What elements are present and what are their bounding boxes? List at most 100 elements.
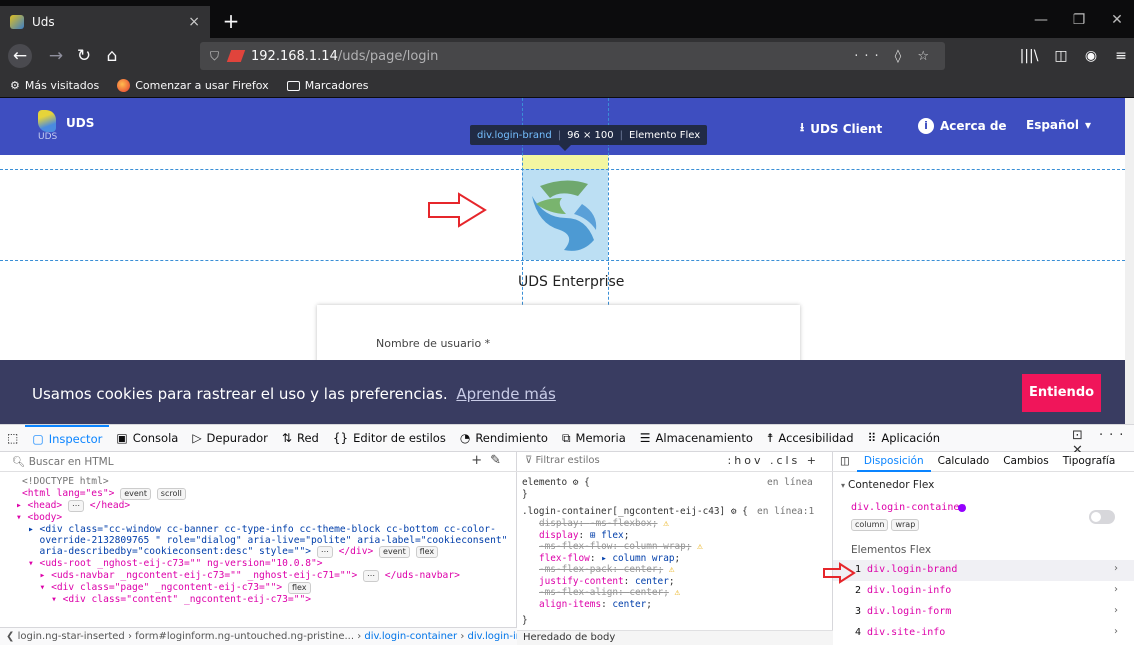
tab-accessibility[interactable]: ☨ Accesibilidad [760, 425, 861, 452]
flex-container-name[interactable]: div.login-container [851, 502, 965, 513]
back-arrow-icon[interactable]: ← [8, 44, 32, 68]
warning-icon[interactable]: ⚠ [669, 587, 681, 598]
url-bar[interactable]: ⛉ 192.168.1.14/uds/page/login ··· ◊ ☆ [200, 42, 945, 70]
html-line[interactable]: ▾ <div class="page" _ngcontent-eij-c73="… [28, 582, 311, 594]
account-icon[interactable]: ◉ [1080, 46, 1102, 66]
tab-network[interactable]: ⇅ Red [275, 425, 326, 452]
flex-item-row[interactable]: 4 div.site-info › [833, 623, 1134, 644]
css-declaration[interactable]: -ms-flex-flow: column wrap; ⚠ [539, 541, 703, 552]
tab-label: Aplicación [881, 431, 941, 445]
browser-tab[interactable]: Uds × [0, 6, 210, 38]
html-line[interactable]: ▸ <uds-navbar _ngcontent-eij-c73="" _ngh… [28, 570, 460, 582]
tab-computed[interactable]: Calculado [931, 452, 997, 472]
html-line[interactable]: ▾ <div class="content" _ngcontent-eij-c7… [28, 594, 311, 605]
tab-label: Inspector [48, 432, 103, 446]
tab-performance[interactable]: ◔ Rendimiento [453, 425, 555, 452]
element-rule-selector[interactable]: elemento ⚙ { [522, 477, 590, 488]
folder-icon [286, 80, 300, 91]
html-line[interactable]: <!DOCTYPE html> [22, 476, 109, 487]
flex-item-row[interactable]: 2 div.login-info › [833, 581, 1134, 602]
breadcrumb-item[interactable]: div.login-container [364, 631, 457, 642]
element-picker-icon[interactable]: ⬚ [0, 425, 25, 452]
cookie-learn-more-link[interactable]: Aprende más [456, 385, 556, 403]
html-line[interactable]: <html lang="es"> event scroll [22, 488, 186, 500]
bookmark-getting-started[interactable]: Comenzar a usar Firefox [117, 79, 269, 92]
filter-styles-input[interactable]: ⊽ Filtrar estilos :hov .cls + [517, 452, 833, 472]
flex-item-row[interactable]: 1 div.login-brand › [833, 560, 1134, 581]
minimize-button[interactable]: — [1026, 8, 1056, 32]
tab-close-icon[interactable]: × [188, 14, 200, 30]
tab-memory[interactable]: ⧉ Memoria [555, 425, 633, 452]
flex-item-row[interactable]: 3 div.login-form › [833, 602, 1134, 623]
html-line[interactable]: ▾ <uds-root _nghost-eij-c73="" ng-versio… [28, 558, 323, 569]
uds-client-link[interactable]: ⭳ UDS Client [800, 118, 882, 139]
uds-brand-name[interactable]: UDS [66, 116, 94, 130]
language-dropdown[interactable]: Español ▾ [1026, 118, 1091, 132]
breadcrumb-item[interactable]: form#loginform.ng-untouched.ng-pristine.… [135, 631, 354, 642]
tab-inspector[interactable]: ▢ Inspector [25, 424, 110, 452]
tab-changes[interactable]: Cambios [996, 452, 1055, 472]
html-line[interactable]: override-2132809765 " role="dialog" aria… [28, 535, 508, 546]
breadcrumb-item[interactable]: div.login-info [468, 631, 517, 642]
cookie-accept-button[interactable]: Entiendo [1022, 374, 1101, 412]
html-line[interactable]: ▾ <body> [16, 512, 62, 523]
html-line[interactable]: ▸ <div class="cc-window cc-banner cc-typ… [28, 524, 496, 535]
css-declaration[interactable]: display: ⊞ flex; [539, 530, 629, 541]
add-node-and-picker-icons[interactable]: +✎ [471, 453, 509, 468]
page-actions-icon[interactable]: ··· ◊ ☆ [854, 49, 935, 64]
css-declaration[interactable]: -ms-flex-align: center; ⚠ [539, 587, 680, 598]
html-line[interactable]: ▸ <head> ⋯ </head> [16, 500, 130, 512]
reload-icon[interactable]: ↻ [72, 44, 96, 68]
sidebar-icon[interactable]: ◫ [1050, 46, 1072, 66]
tab-console[interactable]: ▣ Consola [109, 425, 185, 452]
username-label: Nombre de usuario * [376, 337, 491, 350]
html-search-input[interactable]: 🔍︎ Buscar en HTML +✎ [0, 452, 517, 472]
warning-icon[interactable]: ⚠ [658, 518, 669, 529]
tab-style-editor[interactable]: {} Editor de estilos [326, 425, 453, 452]
tab-label: Memoria [575, 431, 626, 445]
library-icon[interactable]: |||\ [1018, 46, 1040, 66]
html-line[interactable]: aria-describedby="cookieconsent:desc" st… [28, 546, 439, 558]
bookmark-folder[interactable]: Marcadores [286, 79, 369, 92]
insecure-lock-icon[interactable] [226, 50, 246, 62]
container-rule-source[interactable]: en línea:1 [757, 506, 814, 517]
flex-highlight-dot-icon[interactable] [958, 504, 966, 512]
bookmarks-bar: ⚙ Más visitados Comenzar a usar Firefox … [0, 74, 1134, 98]
uds-client-label: UDS Client [810, 121, 883, 136]
element-rule-source[interactable]: en línea [767, 477, 813, 488]
tab-storage[interactable]: ☰ Almacenamiento [633, 425, 760, 452]
bookmark-most-visited[interactable]: ⚙ Más visitados [10, 79, 99, 92]
css-declaration[interactable]: flex-flow: ▸ column wrap; [539, 553, 680, 564]
home-icon[interactable]: ⌂ [100, 44, 124, 68]
menu-icon[interactable]: ≡ [1110, 46, 1132, 66]
css-declaration[interactable]: justify-content: center; [539, 576, 675, 587]
tab-debugger[interactable]: ▷ Depurador [185, 425, 275, 452]
about-link[interactable]: i Acerca de [918, 118, 1007, 134]
close-window-button[interactable]: ✕ [1102, 8, 1132, 32]
breadcrumb-item[interactable]: login.ng-star-inserted [18, 631, 125, 642]
tab-fonts[interactable]: Tipografía [1056, 452, 1123, 472]
flex-container-header[interactable]: ▾ Contenedor Flex [841, 479, 934, 491]
tracking-shield-icon[interactable]: ⛉ [210, 49, 219, 64]
page-scrollbar[interactable] [1125, 98, 1134, 424]
new-tab-button[interactable]: + [218, 6, 244, 36]
forward-arrow-icon[interactable]: → [44, 44, 68, 68]
flex-badge: wrap [891, 519, 920, 531]
container-rule-selector[interactable]: .login-container[_ngcontent-eij-c43] ⚙ { [522, 506, 748, 517]
css-declaration[interactable]: align-items: center; [539, 599, 652, 610]
html-panel: 🔍︎ Buscar en HTML +✎ <!DOCTYPE html> <ht… [0, 452, 517, 627]
restore-button[interactable]: ❐ [1064, 8, 1094, 32]
uds-logo-icon[interactable] [38, 110, 56, 132]
breadcrumb-back-icon[interactable]: ❮ [6, 631, 14, 642]
warning-icon[interactable]: ⚠ [691, 541, 703, 552]
pseudo-class-buttons[interactable]: :hov .cls + [728, 454, 819, 467]
devtools-toolbar: ⬚ ▢ Inspector ▣ Consola ▷ Depurador ⇅ Red {}… [0, 424, 1134, 452]
css-declaration[interactable]: -ms-flex-pack: center; ⚠ [539, 564, 675, 575]
warning-icon[interactable]: ⚠ [663, 564, 675, 575]
tab-application[interactable]: ⠿ Aplicación [861, 425, 948, 452]
sidebar-toggle-icon[interactable]: ◫ [833, 452, 857, 472]
gauge-icon: ◔ [459, 431, 471, 445]
css-declaration[interactable]: display: -ms-flexbox; ⚠ [539, 518, 669, 529]
flex-highlight-toggle[interactable] [1089, 510, 1115, 524]
tab-layout[interactable]: Disposición [856, 452, 931, 472]
